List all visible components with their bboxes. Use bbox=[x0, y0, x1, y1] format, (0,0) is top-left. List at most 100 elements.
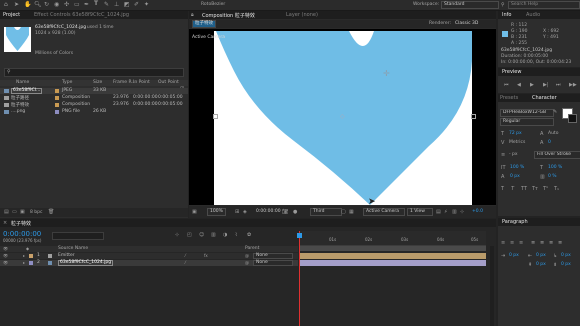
delete-icon[interactable]: 🗑︎ bbox=[48, 209, 54, 215]
space-after-value[interactable]: 0 px bbox=[561, 262, 571, 267]
align-left-icon[interactable]: ≡ bbox=[501, 240, 505, 246]
visibility-eye-icon[interactable]: 👁︎ bbox=[3, 260, 8, 266]
stroke-width-value[interactable]: - px bbox=[509, 152, 518, 157]
camera-view-select[interactable]: Active Camera bbox=[363, 208, 405, 216]
tab-presets[interactable]: Presets bbox=[500, 95, 518, 101]
rotate-tool-icon[interactable]: ↻ bbox=[44, 2, 49, 8]
tab-preview[interactable]: Preview bbox=[502, 69, 521, 75]
font-style-select[interactable]: Regular bbox=[500, 118, 554, 126]
eyedropper-icon[interactable]: ✎ bbox=[553, 109, 557, 115]
layer-track-bar[interactable] bbox=[299, 260, 486, 266]
all-caps-icon[interactable]: TT bbox=[521, 186, 527, 192]
flowchart-icon[interactable]: ⊹ bbox=[460, 209, 464, 215]
eraser-tool-icon[interactable]: ◩ bbox=[124, 2, 130, 8]
bpc-label[interactable]: 8 bpc bbox=[30, 210, 42, 215]
layer-switch-icon[interactable]: ⁄ bbox=[185, 260, 186, 266]
new-composition-icon[interactable]: ▣ bbox=[20, 209, 25, 215]
parent-header[interactable]: Parent bbox=[245, 246, 259, 251]
align-right-icon[interactable]: ≡ bbox=[519, 240, 523, 246]
align-center-icon[interactable]: ≡ bbox=[510, 240, 514, 246]
project-item[interactable]: ....png PNG file 26 KB bbox=[0, 109, 188, 115]
renderer-value[interactable]: Classic 3D bbox=[455, 21, 478, 26]
tab-audio[interactable]: Audio bbox=[526, 12, 540, 18]
view-layout-select[interactable]: 1 View bbox=[407, 208, 433, 216]
layer-handle-right[interactable] bbox=[471, 114, 476, 119]
indent-right-value[interactable]: 0 px bbox=[536, 253, 546, 258]
column-name[interactable]: Name bbox=[16, 80, 29, 85]
interpret-footage-icon[interactable]: ▤ bbox=[4, 209, 9, 215]
layer-row[interactable]: 👁︎ ▸ 1 Emitter ⁄ fx @ None bbox=[0, 253, 298, 259]
puppet-tool-icon[interactable]: ✦ bbox=[144, 2, 149, 8]
fast-preview-icon[interactable]: ⚡ bbox=[444, 209, 448, 215]
tsume-value[interactable]: 0 % bbox=[548, 174, 557, 179]
timeline-search-input[interactable] bbox=[52, 232, 104, 240]
parent-select[interactable]: None bbox=[253, 260, 293, 266]
ram-preview-icon[interactable]: ▶▶ bbox=[569, 82, 577, 88]
transparency-grid-icon[interactable]: ▦ bbox=[349, 209, 354, 215]
faux-bold-icon[interactable]: T bbox=[501, 186, 504, 192]
layer-switch-icon[interactable]: ⁄ bbox=[185, 253, 186, 259]
stamp-tool-icon[interactable]: ⊥ bbox=[114, 2, 119, 8]
current-time[interactable]: 0:00:00:00 bbox=[256, 209, 281, 214]
playhead[interactable] bbox=[299, 231, 300, 326]
toggle-pixel-aspect-icon[interactable]: ▤ bbox=[436, 209, 441, 215]
rotobezier-label[interactable]: RotoBezier bbox=[201, 2, 225, 7]
pen-tool-icon[interactable]: ✒ bbox=[84, 2, 89, 8]
parent-pickwhip-icon[interactable]: @ bbox=[245, 260, 249, 266]
prev-frame-icon[interactable]: ◀ bbox=[517, 82, 521, 88]
frame-blending-icon[interactable]: ▥ bbox=[211, 232, 216, 238]
motion-blur-icon[interactable]: ◑ bbox=[223, 232, 227, 238]
stroke-color-swatch[interactable] bbox=[568, 114, 577, 123]
timeline-icon[interactable]: ▥ bbox=[452, 209, 457, 215]
new-folder-icon[interactable]: ▭ bbox=[12, 209, 17, 215]
comp-viewer[interactable]: Active Camera ✛ ◇ ➤ bbox=[189, 29, 496, 207]
time-ruler[interactable]: 01s 02s 03s 04s 05s bbox=[299, 231, 486, 246]
graph-editor-icon[interactable]: ⌇ bbox=[235, 232, 237, 238]
layer-label-color[interactable] bbox=[29, 254, 33, 258]
exposure-value[interactable]: +0.0 bbox=[472, 209, 483, 214]
next-frame-icon[interactable]: ▶| bbox=[543, 82, 549, 88]
always-preview-icon[interactable]: ▣ bbox=[192, 209, 197, 215]
layer-label-color[interactable] bbox=[29, 261, 33, 265]
show-channel-icon[interactable]: ● bbox=[293, 209, 297, 215]
tracking-value[interactable]: 0 bbox=[548, 140, 551, 145]
column-type[interactable]: Type bbox=[62, 80, 72, 85]
expand-arrow-icon[interactable]: ▸ bbox=[23, 260, 25, 266]
expand-arrow-icon[interactable]: ▸ bbox=[23, 253, 25, 259]
baseline-shift-value[interactable]: 0 px bbox=[510, 174, 520, 179]
zoom-tool-icon[interactable]: 🔍︎ bbox=[34, 2, 42, 8]
column-in-point[interactable]: In Point bbox=[133, 80, 150, 85]
justify-last-left-icon[interactable]: ≣ bbox=[531, 240, 535, 246]
anchor-point-crosshair[interactable]: ✛ bbox=[383, 69, 390, 78]
roto-brush-icon[interactable]: ✐ bbox=[134, 2, 139, 8]
mask-visibility-icon[interactable]: ◈ bbox=[243, 209, 247, 215]
layer-row[interactable]: 👁︎ ▸ 2 63e58f9CfcC_1024.jpg ⁄ @ None bbox=[0, 260, 298, 266]
indent-left-value[interactable]: 0 px bbox=[509, 253, 519, 258]
faux-italic-icon[interactable]: T bbox=[511, 186, 514, 192]
work-area-bar[interactable] bbox=[299, 246, 486, 251]
tab-project[interactable]: Project bbox=[3, 12, 20, 18]
kerning-value[interactable]: Metrics bbox=[509, 140, 525, 145]
pan-behind-tool-icon[interactable]: ✣ bbox=[64, 2, 69, 8]
justify-all-icon[interactable]: ≣ bbox=[558, 240, 562, 246]
small-caps-icon[interactable]: Tт bbox=[532, 186, 538, 192]
project-search-input[interactable]: ⚲ bbox=[4, 68, 184, 77]
vertical-scale-value[interactable]: 100 % bbox=[510, 165, 524, 170]
parent-pickwhip-icon[interactable]: @ bbox=[245, 253, 249, 259]
visibility-eye-icon[interactable]: 👁︎ bbox=[3, 253, 8, 259]
brainstorm-icon[interactable]: ✿ bbox=[247, 232, 251, 238]
rectangle-tool-icon[interactable]: ▭ bbox=[74, 2, 80, 8]
workspace-select[interactable]: Standard bbox=[441, 1, 499, 9]
project-item[interactable]: 粒子特效 Composition 23.976 0:00:00:00 0:00:… bbox=[0, 102, 188, 108]
superscript-icon[interactable]: T¹ bbox=[543, 186, 548, 192]
layer-track-bar[interactable] bbox=[299, 253, 486, 259]
playhead-head[interactable] bbox=[297, 233, 302, 238]
stroke-type-select[interactable]: Fill Over Stroke bbox=[534, 151, 580, 159]
tab-info[interactable]: Info bbox=[502, 12, 511, 18]
text-tool-icon[interactable]: T bbox=[94, 1, 98, 7]
grid-icon[interactable]: ⊞ bbox=[235, 209, 239, 215]
timeline-timecode[interactable]: 0:00:00:00 bbox=[3, 230, 41, 238]
comp-nav-tab[interactable]: 粒子特效 bbox=[192, 20, 216, 28]
camera-tool-icon[interactable]: ◉ bbox=[54, 2, 59, 8]
first-frame-icon[interactable]: ⏮ bbox=[504, 82, 509, 88]
